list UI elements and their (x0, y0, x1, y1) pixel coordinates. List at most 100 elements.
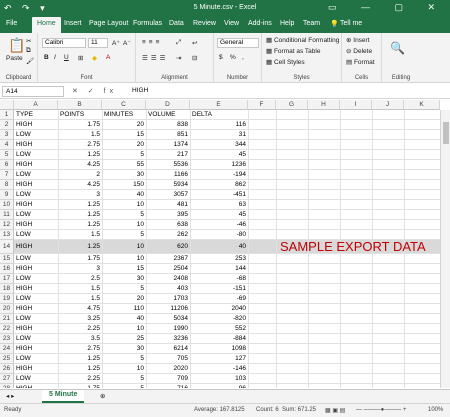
format-as-table-button[interactable]: ▦ Format as Table (266, 47, 320, 55)
row-header[interactable]: 13 (0, 230, 14, 240)
row-header[interactable]: 22 (0, 324, 14, 334)
tab-insert[interactable]: Insert (64, 20, 82, 27)
select-all-corner[interactable] (0, 100, 14, 110)
sheet-tab-5-minute[interactable]: 5 Minute (42, 390, 85, 403)
row-header[interactable]: 7 (0, 170, 14, 180)
column-header-c[interactable]: C (102, 100, 146, 110)
row-header[interactable]: 23 (0, 334, 14, 344)
cell-points[interactable]: 1.75 (58, 384, 102, 388)
row-header[interactable]: 5 (0, 150, 14, 160)
tab-add-ins[interactable]: Add-ins (248, 20, 272, 27)
editing-icon[interactable]: 🔍 (390, 41, 405, 55)
row-header[interactable]: 10 (0, 200, 14, 210)
tab-data[interactable]: Data (169, 20, 184, 27)
shrink-font-button[interactable]: A⁻ (123, 39, 131, 47)
row-header[interactable]: 27 (0, 374, 14, 384)
row-header[interactable]: 15 (0, 254, 14, 264)
column-header-g[interactable]: G (276, 100, 308, 110)
row-header[interactable]: 14 (0, 240, 14, 254)
row-header[interactable]: 20 (0, 304, 14, 314)
underline-button[interactable]: U (64, 54, 69, 61)
row-header[interactable]: 18 (0, 284, 14, 294)
row-header[interactable]: 4 (0, 140, 14, 150)
row-header[interactable]: 6 (0, 160, 14, 170)
row-header[interactable]: 2 (0, 120, 14, 130)
column-header-e[interactable]: E (190, 100, 248, 110)
grow-font-button[interactable]: A⁺ (112, 39, 120, 47)
tab-team[interactable]: Team (303, 20, 320, 27)
tab-home[interactable]: Home (32, 17, 61, 33)
format-cells-button[interactable]: ▤ Format (346, 58, 375, 66)
view-mode-icons[interactable]: ▦ ▣ ▤ (325, 407, 345, 414)
row-header[interactable]: 26 (0, 364, 14, 374)
column-header-j[interactable]: J (372, 100, 404, 110)
copy-icon[interactable]: ⧉ (26, 47, 31, 55)
tab-formulas[interactable]: Formulas (133, 20, 162, 27)
cell-minutes[interactable]: 5 (102, 384, 146, 388)
column-header-k[interactable]: K (404, 100, 440, 110)
vertical-align-icons[interactable]: ≡≡≡ (142, 39, 162, 46)
row-header[interactable]: 24 (0, 344, 14, 354)
tab-page-layout[interactable]: Page Layout (89, 20, 128, 27)
percent-button[interactable]: % (230, 54, 236, 61)
cell-volume[interactable]: 620 (146, 240, 190, 254)
column-header-i[interactable]: I (340, 100, 372, 110)
cell-delta[interactable]: 40 (190, 240, 248, 254)
comma-button[interactable]: , (242, 54, 244, 61)
row-header[interactable]: 28 (0, 384, 14, 388)
column-header-b[interactable]: B (58, 100, 102, 110)
row-header[interactable]: 25 (0, 354, 14, 364)
merge-center-icon[interactable]: ⊟ (192, 54, 197, 62)
font-color-icon[interactable]: A (106, 54, 110, 61)
wrap-text-icon[interactable]: ↩ (192, 39, 197, 47)
fill-color-icon[interactable]: ◆ (92, 54, 97, 62)
orientation-icon[interactable]: ⤢ (176, 39, 181, 47)
row-header[interactable]: 9 (0, 190, 14, 200)
tab-review[interactable]: Review (193, 20, 216, 27)
zoom-level[interactable]: 100% (428, 407, 443, 413)
scrollbar-thumb[interactable] (443, 122, 449, 144)
add-sheet-icon[interactable]: ⊕ (100, 392, 105, 400)
cell-styles-button[interactable]: ▦ Cell Styles (266, 58, 305, 66)
row-header[interactable]: 21 (0, 314, 14, 324)
bold-button[interactable]: B (44, 54, 49, 61)
row-header[interactable]: 17 (0, 274, 14, 284)
tab-tell-me[interactable]: Tell me (340, 20, 362, 27)
zoom-slider[interactable]: — ────●──── + (356, 407, 406, 413)
cell-minutes[interactable]: 10 (102, 240, 146, 254)
delete-cells-button[interactable]: ⊖ Delete (346, 47, 372, 55)
horizontal-align-icons[interactable]: ☰☰☰ (142, 54, 168, 62)
tab-view[interactable]: View (224, 20, 239, 27)
currency-button[interactable]: $ (219, 54, 223, 61)
font-size-select[interactable]: 11 (88, 38, 108, 48)
name-box[interactable]: A14 (2, 86, 64, 97)
row-header[interactable]: 11 (0, 210, 14, 220)
window-controls[interactable]: ▭ — ▢ ✕ (328, 2, 446, 13)
cell-delta[interactable]: -96 (190, 384, 248, 388)
vertical-scrollbar[interactable] (440, 110, 450, 388)
formula-controls[interactable]: ✕ ✓ fx (72, 87, 117, 95)
row-header[interactable]: 12 (0, 220, 14, 230)
indent-icon[interactable]: ⇥ (176, 54, 181, 62)
column-header-a[interactable]: A (14, 100, 58, 110)
column-header-f[interactable]: F (248, 100, 276, 110)
row-header[interactable]: 3 (0, 130, 14, 140)
formula-input[interactable]: HIGH (132, 87, 148, 94)
tab-help[interactable]: Help (280, 20, 294, 27)
row-header[interactable]: 19 (0, 294, 14, 304)
conditional-formatting-button[interactable]: ▦ Conditional Formatting (266, 36, 339, 44)
spreadsheet-grid[interactable]: A B C D E F G H I J K 1 TYPE POINTS MINUTES VOLUME DELTA… (0, 100, 440, 388)
cell-volume[interactable]: 716 (146, 384, 190, 388)
row-header[interactable]: 8 (0, 180, 14, 190)
row-header[interactable]: 16 (0, 264, 14, 274)
font-name-select[interactable]: Calibri (42, 38, 86, 48)
paste-button[interactable]: Paste (6, 55, 23, 62)
cell-points[interactable]: 1.25 (58, 240, 102, 254)
column-header-d[interactable]: D (146, 100, 190, 110)
cut-icon[interactable]: ✂ (26, 37, 31, 45)
format-painter-icon[interactable]: 🖌 (26, 57, 34, 65)
cell-type[interactable]: HIGH (14, 240, 58, 254)
borders-icon[interactable]: ⊞ (78, 54, 83, 62)
number-format-select[interactable]: General (217, 38, 259, 48)
insert-cells-button[interactable]: ⊕ Insert (346, 36, 370, 44)
